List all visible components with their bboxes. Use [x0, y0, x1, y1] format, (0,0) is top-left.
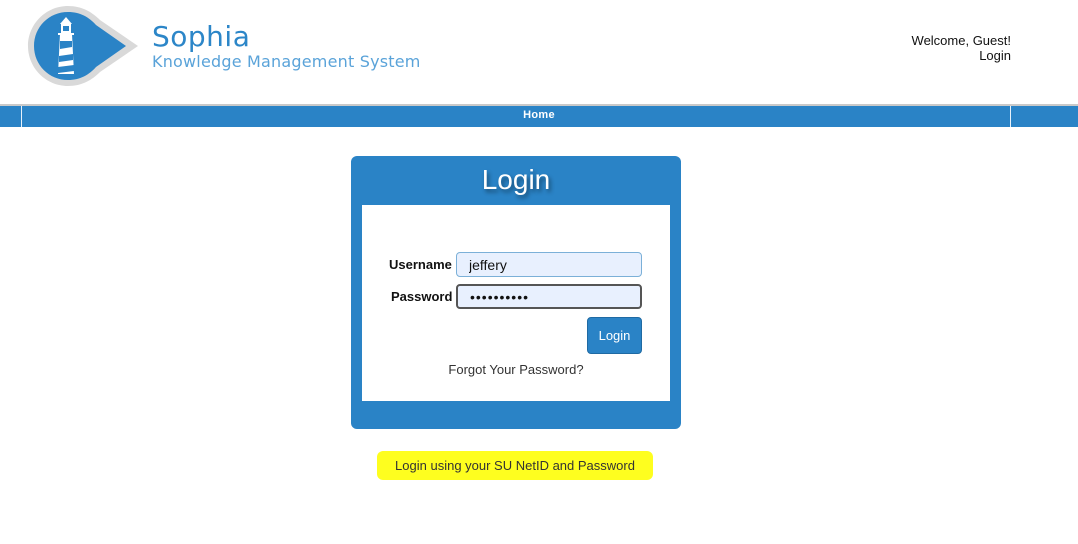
login-hint: Login using your SU NetID and Password	[377, 451, 653, 480]
login-button[interactable]: Login	[587, 317, 642, 354]
header: Sophia Knowledge Management System Welco…	[0, 0, 1078, 104]
header-login-link[interactable]: Login	[912, 48, 1011, 63]
navbar: Home	[0, 104, 1078, 127]
forgot-password-link[interactable]: Forgot Your Password?	[362, 362, 670, 377]
login-panel: Login Username Password Login Forgot You…	[351, 156, 681, 429]
lighthouse-logo-icon	[28, 6, 138, 86]
welcome-text: Welcome, Guest!	[911, 33, 1011, 48]
login-form: Username Password Login Forgot Your Pass…	[362, 205, 670, 401]
login-title: Login	[481, 164, 551, 195]
password-label: Password	[391, 289, 453, 304]
user-menu: Welcome, Guest! Login	[912, 33, 1011, 63]
password-input[interactable]	[456, 284, 642, 309]
nav-home-link[interactable]: Home	[0, 109, 1078, 121]
username-label: Username	[389, 257, 452, 272]
username-input[interactable]	[456, 252, 642, 277]
brand-name: Sophia	[152, 20, 251, 53]
brand-subtitle: Knowledge Management System	[152, 52, 421, 71]
